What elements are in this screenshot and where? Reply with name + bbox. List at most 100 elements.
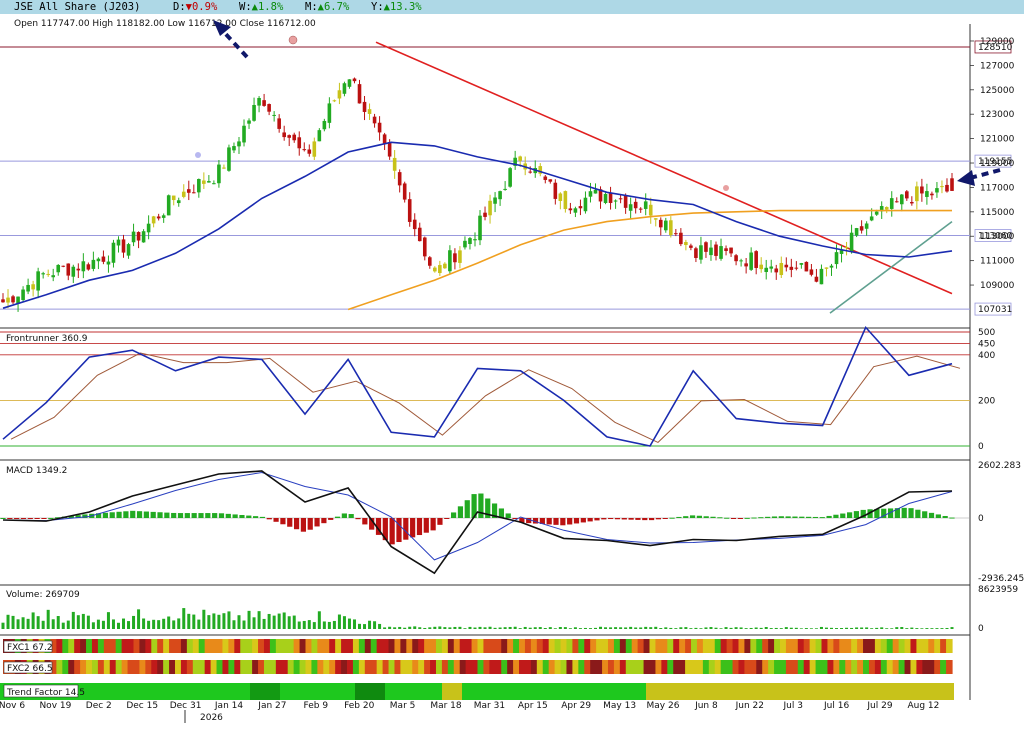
candle-body [1, 299, 5, 303]
candle-body [754, 251, 758, 268]
candle-body [262, 100, 266, 106]
candle-body [448, 250, 452, 272]
candle-body [468, 238, 472, 245]
year-change: Y:▲13.3% [371, 0, 422, 14]
macd-histogram-bar [164, 512, 170, 518]
fxc2-cell [293, 660, 301, 674]
candle-body [66, 263, 71, 276]
volume-bar [322, 621, 326, 629]
candle-body [402, 183, 407, 200]
volume-bar [373, 621, 377, 629]
fxc2-cell [874, 660, 882, 674]
volume-bar [443, 627, 447, 629]
fxc1-cell [121, 639, 129, 653]
volume-bar [197, 619, 201, 629]
fxc1-cell [163, 639, 170, 653]
fxc1-cell [459, 639, 467, 653]
candle-body [503, 188, 507, 190]
volume-bar [789, 627, 793, 629]
volume-bar [337, 614, 341, 629]
fxc1-cell [904, 639, 912, 653]
volume-bar [528, 627, 532, 629]
candle-body [583, 197, 588, 212]
fxc1-cell [607, 639, 615, 653]
macd-histogram-bar [771, 516, 778, 518]
macd-histogram-bar [198, 513, 204, 518]
fxc1-cell [430, 639, 437, 653]
volume-top-label: 8623959 [978, 585, 1018, 595]
fxc2-cell [56, 660, 63, 674]
candle-body [427, 257, 432, 266]
candle-body [558, 193, 563, 201]
candle-body [332, 100, 337, 102]
fxc2-cell [358, 660, 366, 674]
volume-bar [634, 627, 638, 629]
volume-bar [604, 627, 608, 629]
volume-bar [699, 628, 703, 629]
candle-body [473, 239, 477, 241]
fxc1-cell [685, 639, 692, 653]
fxc2-cell [744, 660, 751, 674]
candle-body [357, 84, 362, 104]
fxc2-cell [779, 660, 787, 674]
candle-body [6, 297, 10, 303]
macd-histogram-bar [560, 518, 566, 526]
fxc1-cell [115, 639, 123, 653]
fxc1-cell [68, 639, 75, 653]
macd-histogram-bar [20, 518, 27, 519]
candle-body [568, 208, 573, 211]
volume-bar [413, 626, 417, 629]
candle-body [277, 118, 281, 129]
candle-body [829, 265, 834, 268]
fxc1-cell [275, 639, 283, 653]
date-tick-label: Nov 19 [39, 701, 71, 711]
macd-histogram-bar [389, 518, 395, 545]
fxc2-cell [685, 660, 692, 674]
volume-bar [619, 627, 623, 629]
fxc2-cell [720, 660, 728, 674]
fxc2-cell [275, 660, 283, 674]
stock-chart[interactable]: 128510119155113060107031 129000127000125… [0, 14, 1024, 735]
fxc1-cell [329, 639, 336, 653]
fxc2-cell [673, 660, 680, 674]
fxc2-cell [91, 660, 99, 674]
macd-histogram-bar [130, 510, 136, 518]
fxc1-cell [216, 639, 224, 653]
fxc2-cell [258, 660, 265, 674]
fxc2-cell [382, 660, 390, 674]
fxc2-cell [590, 660, 597, 674]
macd-histogram-bar [580, 518, 586, 523]
candle-body [111, 242, 116, 263]
fxc1-cell [347, 639, 354, 653]
fxc2-cell [661, 660, 668, 674]
fxc1-cell [323, 639, 330, 653]
frontrunner-tick-label: 200 [978, 396, 995, 406]
macd-histogram-bar [266, 518, 272, 520]
candle-body [41, 273, 45, 275]
fxc1-cell [631, 639, 639, 653]
macd-histogram-bar [143, 511, 149, 518]
fxc2-cell [370, 660, 378, 674]
macd-histogram-bar [7, 518, 13, 519]
volume-bar [448, 627, 452, 629]
candle-body [613, 200, 618, 202]
volume-bar [61, 622, 65, 629]
candle-body [874, 211, 879, 215]
price-tick-label: 127000 [980, 61, 1015, 71]
macd-histogram-bar [662, 518, 668, 519]
fxc2-strip [3, 660, 953, 674]
year-value: 13.3% [389, 1, 422, 13]
volume-bar [358, 623, 362, 629]
fxc1-cell [424, 639, 431, 653]
year-label: 2026 [200, 713, 223, 723]
volume-bar [152, 619, 156, 629]
candle-body [493, 197, 497, 204]
fxc2-cell [827, 660, 834, 674]
candle-body [563, 191, 568, 209]
macd-histogram-bar [812, 516, 819, 518]
fxc1-cell [447, 639, 455, 653]
candle-body [317, 130, 322, 142]
fxc2-cell [667, 660, 674, 674]
volume-bar [533, 627, 537, 629]
candle-body [91, 259, 96, 269]
